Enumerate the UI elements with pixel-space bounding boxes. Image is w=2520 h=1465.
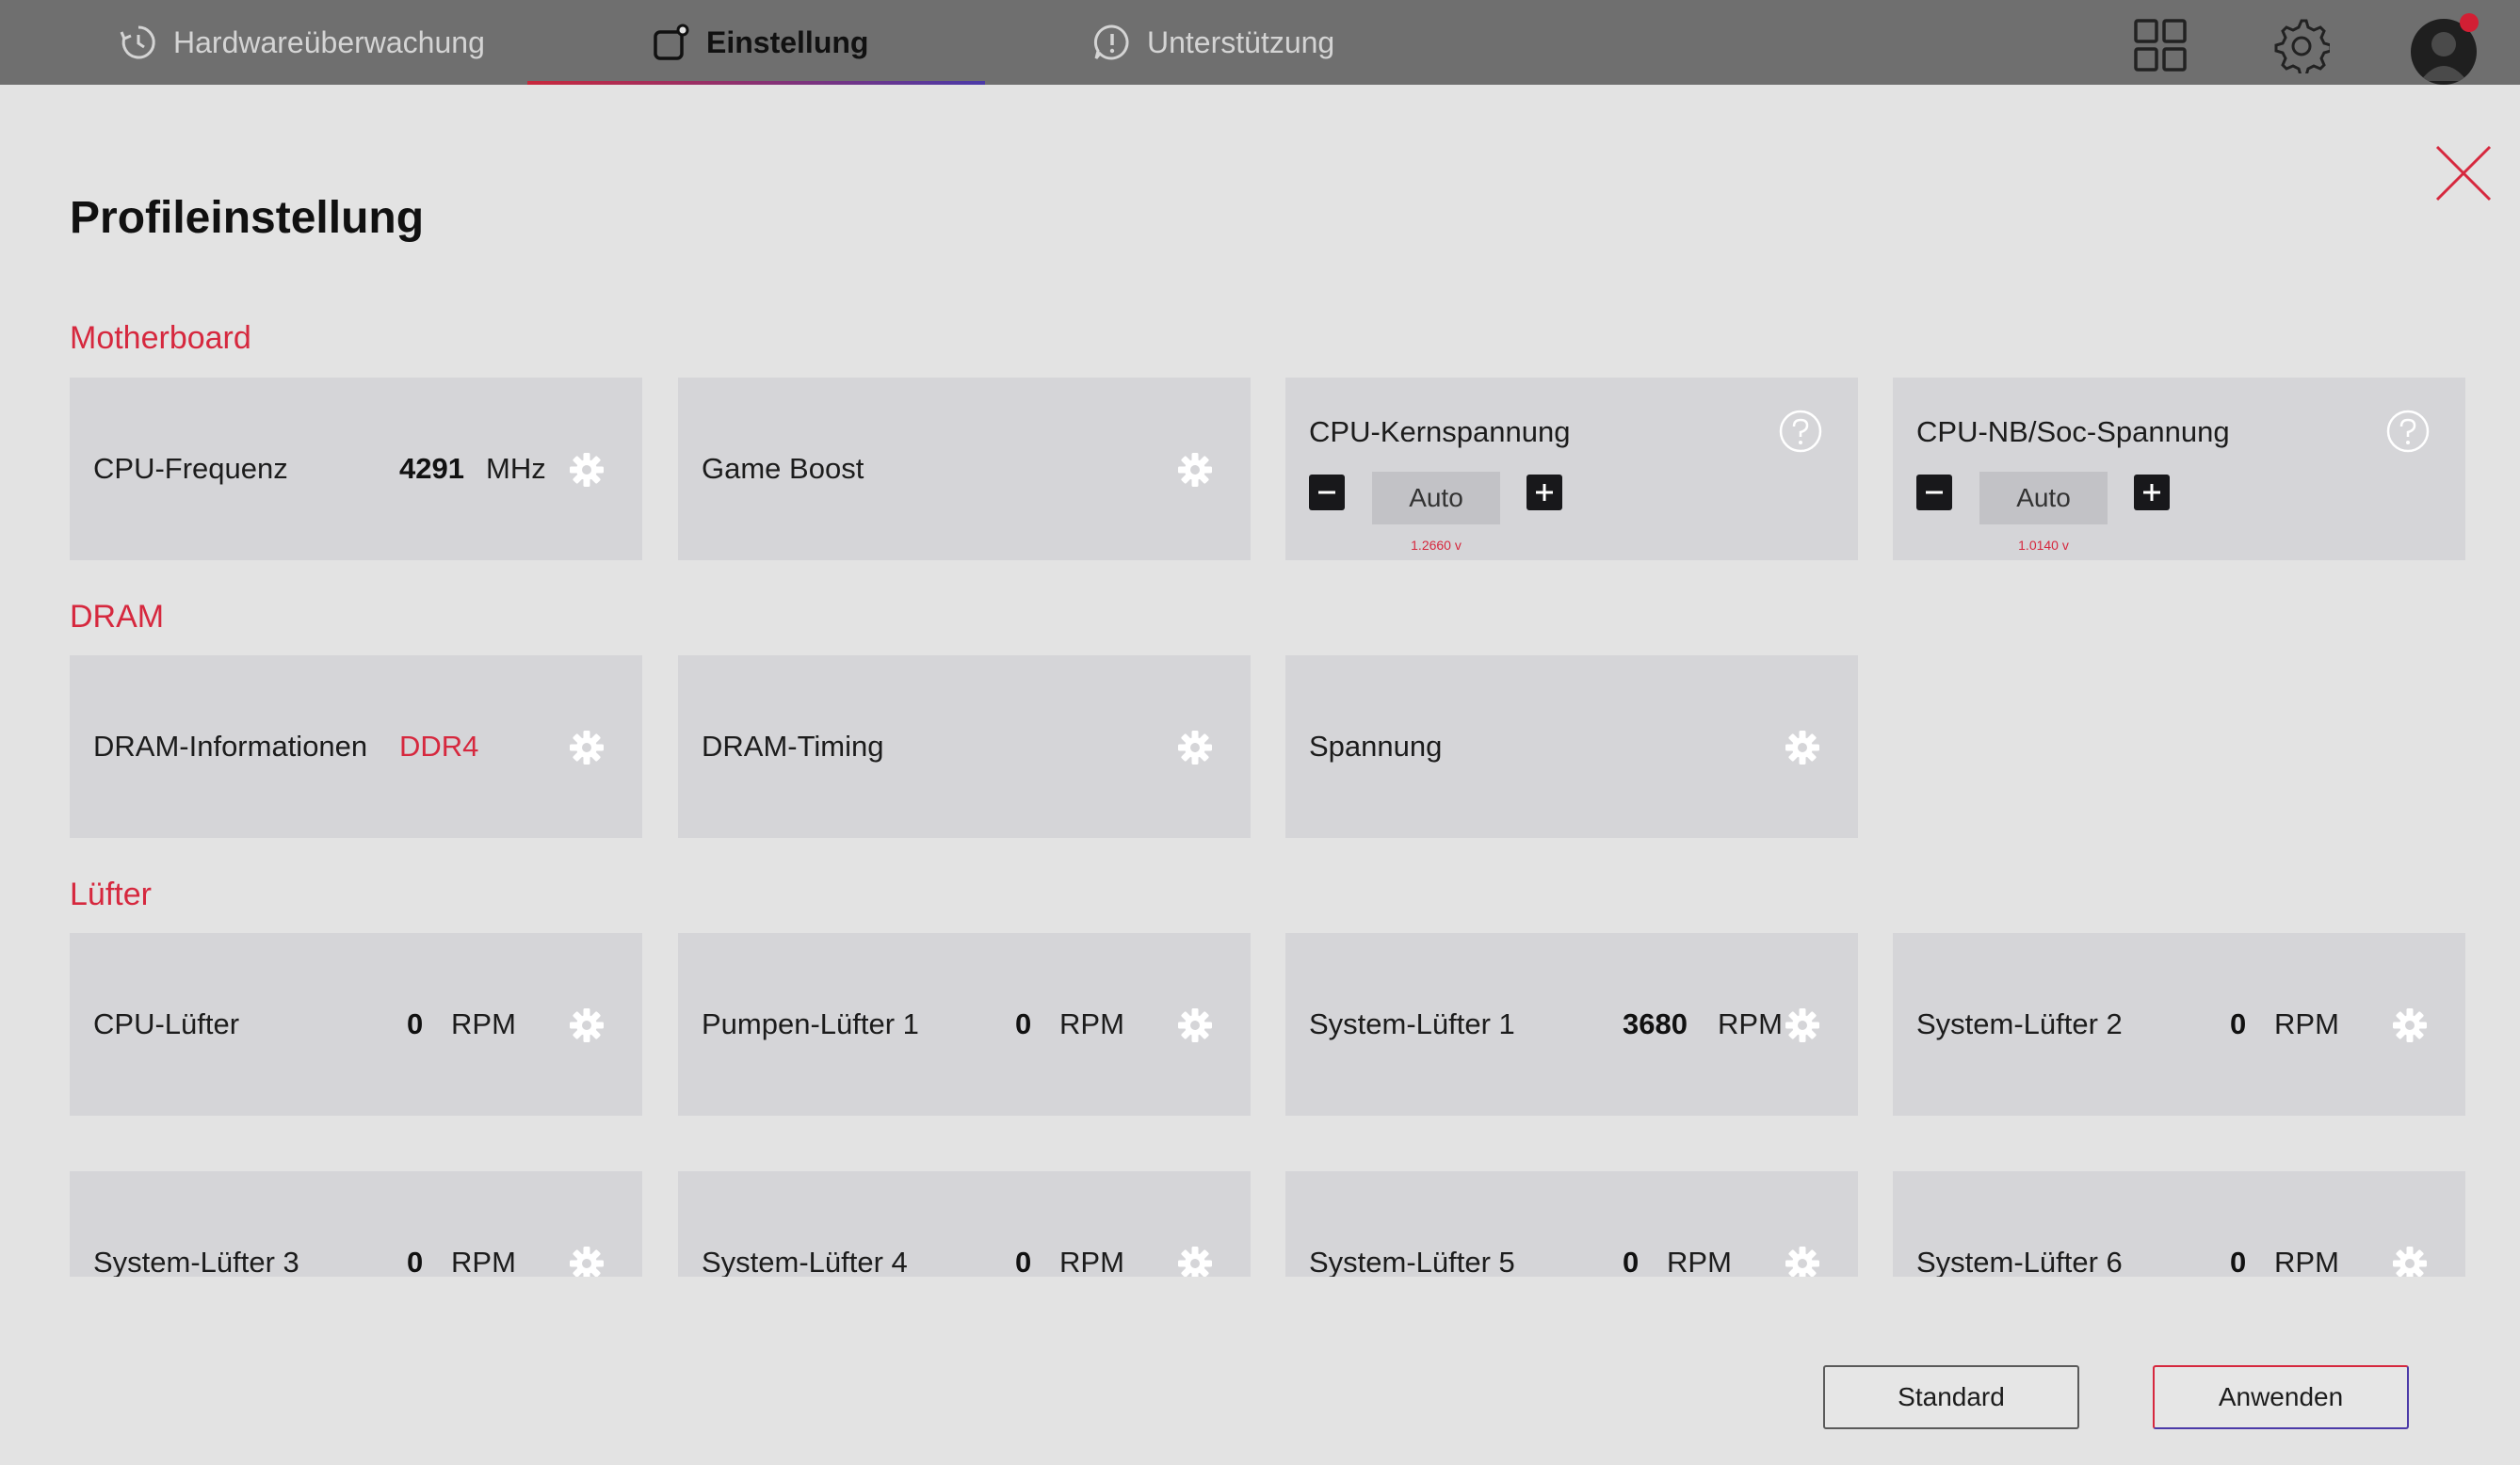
gear-icon[interactable] xyxy=(1175,450,1215,490)
fan-card: System-Lüfter 5 0 RPM xyxy=(1285,1171,1858,1277)
fan-card: System-Lüfter 6 0 RPM xyxy=(1893,1171,2465,1277)
fan-card: CPU-Lüfter 0 RPM xyxy=(70,933,642,1116)
tab-hardware-monitoring[interactable]: Hardwareüberwachung xyxy=(119,0,485,85)
gear-icon[interactable] xyxy=(567,1244,606,1277)
fan-card: System-Lüfter 3 0 RPM xyxy=(70,1171,642,1277)
gear-icon[interactable] xyxy=(2390,1006,2430,1045)
dram-voltage-card: Spannung xyxy=(1285,655,1858,838)
decrease-button[interactable] xyxy=(1916,475,1952,510)
gear-icon[interactable] xyxy=(567,1006,606,1045)
fan-label: System-Lüfter 6 xyxy=(1916,1246,2123,1277)
help-icon[interactable] xyxy=(2385,409,2431,454)
cpu-core-voltage-label: CPU-Kernspannung xyxy=(1309,415,1571,448)
tab-label: Unterstützung xyxy=(1147,24,1335,59)
gear-icon[interactable] xyxy=(567,728,606,767)
dram-info-card: DRAM-Informationen DDR4 xyxy=(70,655,642,838)
fan-rpm-unit: RPM xyxy=(451,1246,516,1277)
gear-icon[interactable] xyxy=(1175,1244,1215,1277)
cpu-frequency-card: CPU-Frequenz 4291 MHz xyxy=(70,378,642,560)
dram-timing-card: DRAM-Timing xyxy=(678,655,1251,838)
section-title-motherboard: Motherboard xyxy=(70,320,251,356)
fan-card: System-Lüfter 1 3680 RPM xyxy=(1285,933,1858,1116)
voltage-reading: 1.2660 v xyxy=(1411,538,1462,553)
close-icon[interactable] xyxy=(2433,143,2494,203)
gear-icon[interactable] xyxy=(2390,1244,2430,1277)
tab-settings[interactable]: Einstellung xyxy=(652,0,868,85)
page-title: Profileinstellung xyxy=(70,193,425,243)
dram-info-label: DRAM-Informationen xyxy=(93,730,368,763)
cpu-nb-soc-voltage-card: CPU-NB/Soc-Spannung Auto 1.0140 v xyxy=(1893,378,2465,560)
fan-card: System-Lüfter 4 0 RPM xyxy=(678,1171,1251,1277)
fan-rpm-value: 0 xyxy=(407,1246,424,1277)
tab-label: Einstellung xyxy=(706,24,869,59)
cpu-core-voltage-card: CPU-Kernspannung Auto 1.2660 v xyxy=(1285,378,1858,560)
fan-label: System-Lüfter 3 xyxy=(93,1246,299,1277)
cpu-frequency-unit: MHz xyxy=(486,452,546,485)
fan-label: CPU-Lüfter xyxy=(93,1007,240,1040)
fan-label: System-Lüfter 1 xyxy=(1309,1007,1515,1040)
fan-label: Pumpen-Lüfter 1 xyxy=(702,1007,919,1040)
section-title-fans: Lüfter xyxy=(70,877,152,912)
fan-card: System-Lüfter 2 0 RPM xyxy=(1893,933,2465,1116)
dram-voltage-label: Spannung xyxy=(1309,730,1443,763)
fan-rpm-value: 0 xyxy=(1015,1007,1032,1040)
settings-export-icon xyxy=(652,23,691,62)
cpu-frequency-label: CPU-Frequenz xyxy=(93,452,288,485)
voltage-value[interactable]: Auto xyxy=(1979,472,2108,524)
voltage-reading: 1.0140 v xyxy=(2018,538,2069,553)
help-icon[interactable] xyxy=(1778,409,1823,454)
cpu-nb-soc-voltage-label: CPU-NB/Soc-Spannung xyxy=(1916,415,2230,448)
fan-rpm-unit: RPM xyxy=(451,1007,516,1040)
tab-label: Hardwareüberwachung xyxy=(173,24,485,59)
fan-label: System-Lüfter 2 xyxy=(1916,1007,2123,1040)
history-icon xyxy=(119,23,158,62)
apply-button[interactable]: Anwenden xyxy=(2153,1365,2409,1429)
support-chat-icon xyxy=(1092,23,1132,62)
fan-rpm-unit: RPM xyxy=(1667,1246,1732,1277)
grid-apps-icon[interactable] xyxy=(2132,17,2189,73)
fan-rpm-value: 0 xyxy=(2230,1246,2247,1277)
fan-label: System-Lüfter 5 xyxy=(1309,1246,1515,1277)
fan-card: Pumpen-Lüfter 1 0 RPM xyxy=(678,933,1251,1116)
fan-rpm-unit: RPM xyxy=(2274,1246,2339,1277)
game-boost-card: Game Boost xyxy=(678,378,1251,560)
gear-icon[interactable] xyxy=(1783,728,1822,767)
gear-icon[interactable] xyxy=(1783,1006,1822,1045)
cpu-frequency-value: 4291 xyxy=(399,452,464,485)
game-boost-label: Game Boost xyxy=(702,452,864,485)
gear-icon[interactable] xyxy=(1783,1244,1822,1277)
increase-button[interactable] xyxy=(1527,475,1562,510)
fan-rpm-value: 0 xyxy=(2230,1007,2247,1040)
fan-rpm-unit: RPM xyxy=(1059,1246,1124,1277)
dram-type-value: DDR4 xyxy=(399,730,479,763)
fan-rpm-unit: RPM xyxy=(2274,1007,2339,1040)
section-title-dram: DRAM xyxy=(70,599,165,635)
fan-rpm-value: 0 xyxy=(1623,1246,1640,1277)
fan-rpm-unit: RPM xyxy=(1718,1007,1783,1040)
decrease-button[interactable] xyxy=(1309,475,1345,510)
dram-timing-label: DRAM-Timing xyxy=(702,730,884,763)
gear-icon[interactable] xyxy=(1175,1006,1215,1045)
gear-icon[interactable] xyxy=(1175,728,1215,767)
increase-button[interactable] xyxy=(2134,475,2170,510)
scroll-viewport[interactable]: System-Lüfter 3 0 RPM System-Lüfter 4 0 … xyxy=(0,1167,2520,1277)
fan-label: System-Lüfter 4 xyxy=(702,1246,908,1277)
notification-dot xyxy=(2460,13,2479,32)
gear-icon[interactable] xyxy=(567,450,606,490)
active-tab-indicator xyxy=(527,81,985,85)
fan-rpm-value: 0 xyxy=(1015,1246,1032,1277)
fan-rpm-value: 3680 xyxy=(1623,1007,1688,1040)
top-navigation-bar: Hardwareüberwachung Einstellung Unterstü… xyxy=(0,0,2520,85)
gear-icon[interactable] xyxy=(2273,17,2333,77)
standard-button[interactable]: Standard xyxy=(1823,1365,2079,1429)
tab-support[interactable]: Unterstützung xyxy=(1092,0,1334,85)
voltage-value[interactable]: Auto xyxy=(1372,472,1500,524)
fan-rpm-unit: RPM xyxy=(1059,1007,1124,1040)
fan-rpm-value: 0 xyxy=(407,1007,424,1040)
